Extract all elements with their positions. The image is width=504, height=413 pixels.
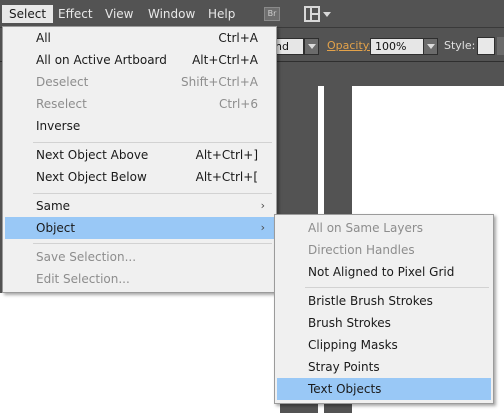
submenu-item-brush-strokes[interactable]: Brush Strokes — [277, 312, 491, 334]
chevron-right-icon: › — [260, 221, 265, 234]
menu-item-inverse[interactable]: Inverse — [5, 115, 274, 137]
menu-item-label: Reselect — [36, 97, 87, 111]
submenu-item-clipping-masks[interactable]: Clipping Masks — [277, 334, 491, 356]
chevron-down-icon[interactable] — [323, 12, 331, 17]
menu-item-object[interactable]: Object › — [5, 217, 274, 239]
menu-item-label: Text Objects — [308, 382, 382, 396]
menu-item-all[interactable]: All Ctrl+A — [5, 27, 274, 49]
menu-item-label: Object — [36, 221, 76, 235]
style-dropdown[interactable] — [497, 37, 504, 55]
submenu-item-all-on-same-layers: All on Same Layers — [277, 217, 491, 239]
menu-item-label: Inverse — [36, 119, 81, 133]
opacity-dropdown[interactable] — [423, 38, 438, 55]
arrange-documents-icon[interactable] — [304, 6, 320, 22]
style-label: Style: — [444, 39, 476, 52]
menu-item-label: All on Active Artboard — [36, 53, 167, 67]
menu-separator — [305, 287, 489, 288]
menu-item-label: Bristle Brush Strokes — [308, 294, 433, 308]
menu-item-label: Direction Handles — [308, 243, 415, 257]
menu-window[interactable]: Window — [141, 5, 202, 23]
submenu-item-not-aligned-to-pixel-grid[interactable]: Not Aligned to Pixel Grid — [277, 261, 491, 283]
menu-item-shortcut: Alt+Ctrl+[ — [195, 170, 258, 184]
submenu-item-direction-handles: Direction Handles — [277, 239, 491, 261]
menu-item-label: All on Same Layers — [308, 221, 424, 235]
menu-item-reselect: Reselect Ctrl+6 — [5, 93, 274, 115]
menu-item-edit-selection: Edit Selection... — [5, 268, 274, 290]
menu-item-label: Same — [36, 199, 71, 213]
menu-help[interactable]: Help — [201, 5, 242, 23]
submenu-item-bristle-brush-strokes[interactable]: Bristle Brush Strokes — [277, 290, 491, 312]
menu-item-next-object-below[interactable]: Next Object Below Alt+Ctrl+[ — [5, 166, 274, 188]
opacity-input[interactable]: 100% — [370, 38, 424, 55]
menu-select[interactable]: Select — [2, 5, 54, 23]
menu-view[interactable]: View — [98, 5, 140, 23]
menu-item-shortcut: Ctrl+6 — [218, 97, 258, 111]
menu-item-shortcut: Alt+Ctrl+] — [195, 148, 258, 162]
menu-item-same[interactable]: Same › — [5, 195, 274, 217]
menu-separator — [33, 243, 272, 244]
menu-effect[interactable]: Effect — [51, 5, 100, 23]
menu-item-label: Next Object Below — [36, 170, 147, 184]
chevron-right-icon: › — [260, 199, 265, 212]
canvas-area — [0, 293, 280, 413]
menu-item-next-object-above[interactable]: Next Object Above Alt+Ctrl+] — [5, 144, 274, 166]
menu-item-shortcut: Alt+Ctrl+A — [192, 53, 258, 67]
menu-item-label: Stray Points — [308, 360, 380, 374]
menu-item-all-on-active-artboard[interactable]: All on Active Artboard Alt+Ctrl+A — [5, 49, 274, 71]
blend-mode-dropdown[interactable] — [304, 38, 319, 55]
opacity-label[interactable]: Opacity: — [327, 39, 372, 52]
menu-item-label: All — [36, 31, 51, 45]
style-swatch[interactable] — [477, 37, 495, 55]
menu-item-save-selection: Save Selection... — [5, 246, 274, 268]
menu-item-label: Next Object Above — [36, 148, 149, 162]
menu-bar: Select Effect View Window Help Br — [0, 0, 504, 28]
menu-item-shortcut: Ctrl+A — [218, 31, 258, 45]
menu-item-label: Not Aligned to Pixel Grid — [308, 265, 455, 279]
menu-separator — [33, 193, 272, 194]
menu-item-shortcut: Shift+Ctrl+A — [181, 75, 258, 89]
menu-item-label: Save Selection... — [36, 250, 137, 264]
menu-item-label: Deselect — [36, 75, 89, 89]
menu-item-deselect: Deselect Shift+Ctrl+A — [5, 71, 274, 93]
menu-item-label: Brush Strokes — [308, 316, 391, 330]
submenu-item-text-objects[interactable]: Text Objects — [277, 378, 491, 400]
bridge-icon[interactable]: Br — [264, 7, 280, 21]
menu-item-label: Clipping Masks — [308, 338, 398, 352]
menu-separator — [33, 142, 272, 143]
object-submenu: All on Same Layers Direction Handles Not… — [274, 214, 494, 404]
menu-item-label: Edit Selection... — [36, 272, 130, 286]
select-menu: All Ctrl+A All on Active Artboard Alt+Ct… — [2, 26, 277, 293]
submenu-item-stray-points[interactable]: Stray Points — [277, 356, 491, 378]
